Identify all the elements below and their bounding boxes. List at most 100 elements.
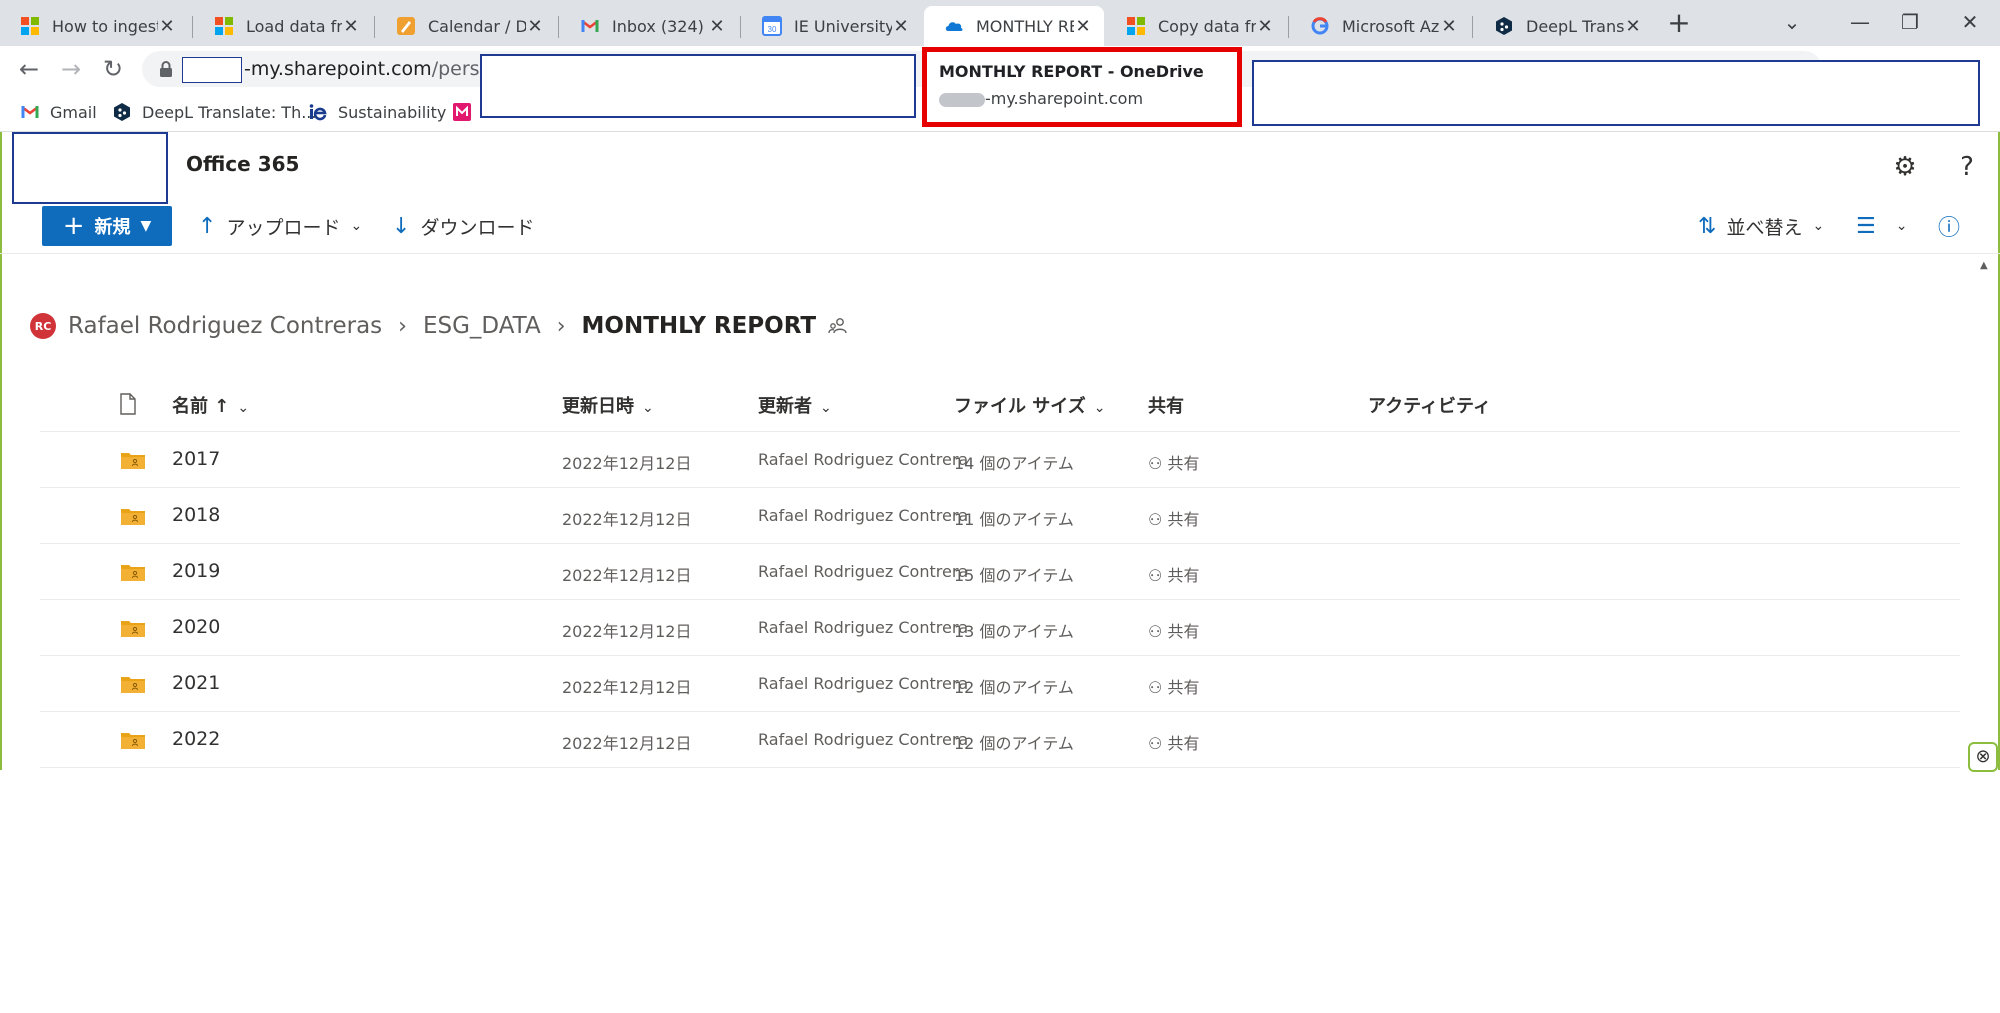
new-button-label: 新規 [94,217,131,238]
column-header-name[interactable]: 名前 ↑ ⌄ [172,392,249,418]
upload-button[interactable]: ↑ アップロード ⌄ [198,212,362,240]
tab-divider [558,16,559,38]
table-row[interactable]: 2021 2022年12月12日 Rafael Rodriguez Contre… [40,656,1960,712]
help-icon[interactable]: ? [1952,152,1982,182]
tab-search-chevron-icon[interactable]: ⌄ [1772,4,1812,40]
file-name[interactable]: 2019 [172,560,220,582]
close-icon[interactable]: ✕ [1074,16,1092,37]
app-title: Office 365 [186,152,300,176]
sharing-status[interactable]: ⚇ 共有 [1148,730,1199,754]
file-name[interactable]: 2018 [172,504,220,526]
column-header-sharing[interactable]: 共有 [1148,392,1184,418]
table-row[interactable]: 2019 2022年12月12日 Rafael Rodriguez Contre… [40,544,1960,600]
column-label: 更新者 [758,396,812,417]
new-tab-button[interactable]: + [1664,8,1694,38]
shared-people-icon[interactable] [828,316,848,336]
modified-date: 2022年12月12日 [562,734,692,753]
column-header-activity[interactable]: アクティビティ [1368,392,1491,418]
info-button[interactable]: ⓘ [1938,212,1970,241]
close-window-button[interactable]: ✕ [1950,4,1990,40]
sharing-status[interactable]: ⚇ 共有 [1148,562,1199,586]
file-type-icon[interactable] [118,392,138,416]
close-icon[interactable]: ✕ [526,16,544,37]
tab-monthly-report[interactable]: MONTHLY REP ✕ [924,6,1104,46]
chevron-right-icon: › [556,313,566,339]
file-name[interactable]: 2022 [172,728,220,750]
bookmark-sustainability[interactable]: Sustainability [308,100,446,124]
table-row[interactable]: 2017 2022年12月12日 Rafael Rodriguez Contre… [40,432,1960,488]
tab-inbox[interactable]: Inbox (324) - s ✕ [560,6,738,46]
sharing-status[interactable]: ⚇ 共有 [1148,450,1199,474]
file-size: 13 個のアイテム [954,622,1074,641]
breadcrumb-item-owner[interactable]: Rafael Rodriguez Contreras [68,313,382,339]
file-name[interactable]: 2017 [172,448,220,470]
breadcrumb-item-esg-data[interactable]: ESG_DATA [423,313,541,339]
close-icon[interactable]: ✕ [708,16,726,37]
bookmark-app-icon[interactable] [452,102,472,122]
close-icon[interactable]: ✕ [892,16,910,37]
scroll-up-arrow[interactable]: ▲ [1980,260,1994,274]
close-icon[interactable]: ✕ [342,16,360,37]
close-icon[interactable]: ✕ [1624,16,1642,37]
column-header-modified[interactable]: 更新日時 ⌄ [562,392,654,418]
minimize-window-button[interactable]: — [1840,4,1880,40]
column-header-modified-by[interactable]: 更新者 ⌄ [758,392,832,418]
close-icon[interactable]: ✕ [1256,16,1274,37]
tab-label: Calendar / DA [428,16,526,36]
tab-label: Copy data from [1158,16,1256,36]
close-icon[interactable]: ✕ [158,16,176,37]
sharing-status[interactable]: ⚇ 共有 [1148,506,1199,530]
chevron-down-icon: ⌄ [642,400,654,416]
microsoft-icon [1127,17,1145,35]
sharing-label: 共有 [1167,454,1200,473]
app-logo-redaction [12,132,168,204]
close-icon[interactable]: ✕ [1440,16,1458,37]
sharing-label: 共有 [1167,622,1200,641]
modified-by: Rafael Rodriguez Contrera [758,562,969,581]
bookmark-gmail[interactable]: Gmail [20,100,97,124]
download-button[interactable]: ↓ ダウンロード [392,212,534,240]
breadcrumb: RC Rafael Rodriguez Contreras › ESG_DATA… [30,310,848,342]
redacted-url-segment [182,57,242,83]
table-row[interactable]: 2022 2022年12月12日 Rafael Rodriguez Contre… [40,712,1960,768]
table-row[interactable]: 2020 2022年12月12日 Rafael Rodriguez Contre… [40,600,1960,656]
avatar: RC [30,313,56,339]
bookmark-deepl[interactable]: DeepL Translate: Th... [112,100,316,124]
close-panel-icon[interactable]: ⊗ [1968,742,1998,772]
table-row[interactable]: 2018 2022年12月12日 Rafael Rodriguez Contre… [40,488,1960,544]
tab-how-to-ingest[interactable]: How to ingest ✕ [0,6,188,46]
file-name[interactable]: 2020 [172,616,220,638]
tab-divider [192,16,193,38]
restore-window-button[interactable]: ❐ [1890,4,1930,40]
tab-calendar[interactable]: Calendar / DA ✕ [376,6,556,46]
sharing-status[interactable]: ⚇ 共有 [1148,618,1199,642]
tab-copy-data[interactable]: Copy data from ✕ [1106,6,1286,46]
breadcrumb-current: MONTHLY REPORT [581,313,817,339]
forward-button[interactable]: → [54,52,88,86]
sharing-label: 共有 [1167,566,1200,585]
sharing-status[interactable]: ⚇ 共有 [1148,674,1199,698]
pencil-app-icon [397,17,415,35]
upload-label: アップロード [226,216,341,239]
back-button[interactable]: ← [12,52,46,86]
tab-microsoft-azure[interactable]: Microsoft Azu ✕ [1290,6,1470,46]
browser-tab-strip: How to ingest ✕ Load data from ✕ Calenda… [0,0,2000,46]
tab-load-data[interactable]: Load data from ✕ [194,6,372,46]
microsoft-icon [21,17,39,35]
column-header-file-size[interactable]: ファイル サイズ ⌄ [954,392,1105,418]
tab-deepl[interactable]: DeepL Transla ✕ [1474,6,1654,46]
sort-arrow-icon: ↑ [214,396,230,417]
gear-icon[interactable]: ⚙ [1890,152,1920,182]
modified-date: 2022年12月12日 [562,454,692,473]
file-name[interactable]: 2021 [172,672,220,694]
sort-button[interactable]: ⇅ 並べ替え ⌄ [1698,212,1824,240]
tab-label: IE University - [794,16,892,36]
tab-label: MONTHLY REP [976,16,1074,36]
reload-button[interactable]: ↻ [96,52,130,86]
view-options-button[interactable]: ☰ ⌄ [1856,212,1907,240]
column-label: ファイル サイズ [954,396,1086,417]
new-button[interactable]: + 新規 ▼ [42,206,172,246]
column-label: 名前 [172,396,208,417]
tab-ie-university[interactable]: 30 IE University - ✕ [742,6,922,46]
gmail-icon [21,106,39,118]
